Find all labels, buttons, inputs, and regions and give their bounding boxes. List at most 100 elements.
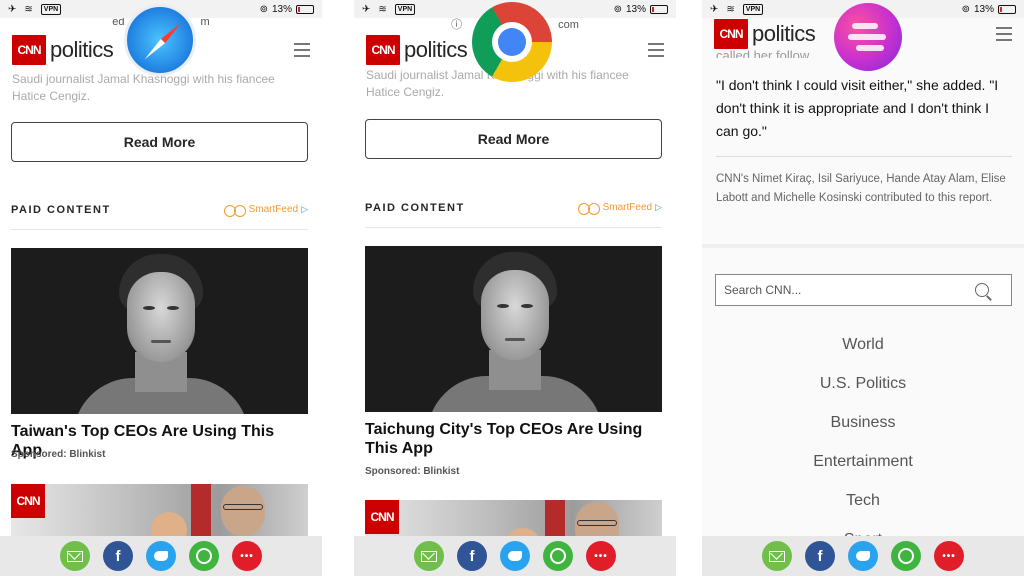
share-bar: f ••• [354,536,676,576]
divider [716,156,1012,157]
wifi-icon: ≋ [726,3,735,15]
nav-item-world[interactable]: World [702,334,1024,373]
article-thumbnail[interactable]: CNN [11,484,308,544]
orientation-lock-icon: ⊚ [259,3,268,15]
battery-icon [998,4,1016,14]
twitter-share-button[interactable] [500,541,530,571]
paid-content-label: PAID CONTENT [11,204,111,216]
section-title[interactable]: politics [404,37,468,63]
read-more-button[interactable]: Read More [11,122,308,162]
email-icon [421,550,437,562]
whatsapp-icon [550,548,566,564]
read-more-button[interactable]: Read More [365,119,662,159]
cnn-logo[interactable]: CNN [12,35,46,65]
wifi-icon: ≋ [24,3,33,15]
nav-item-entertainment[interactable]: Entertainment [702,451,1024,490]
whatsapp-share-button[interactable] [891,541,921,571]
article-credit: CNN's Nimet Kiraç, Isil Sariyuce, Hande … [716,173,1006,204]
vpn-badge: VPN [40,3,62,15]
vpn-badge: VPN [394,3,416,15]
email-icon [769,550,785,562]
sponsored-label: Sponsored: Blinkist [11,449,106,460]
more-icon: ••• [942,550,956,562]
adchoices-icon[interactable]: ▷ [301,204,308,215]
browser-panel-chrome: ✈ ≋ VPN ⊚ 13% ⓘ com CNN politics Saudi jo… [354,0,676,576]
ad-photo[interactable] [11,248,308,414]
whatsapp-icon [898,548,914,564]
vpn-badge: VPN [742,3,764,15]
smartfeed-logo-icon [223,204,246,217]
cnn-logo[interactable]: CNN [714,19,748,49]
battery-percent: 13% [625,3,646,15]
menu-icon[interactable] [996,27,1012,41]
paid-content-label: PAID CONTENT [365,202,465,214]
nav-item-business[interactable]: Business [702,412,1024,451]
twitter-icon [856,551,870,561]
section-divider [702,244,1024,248]
browser-panel-focus: ✈ ≋ VPN ⊚ 13% CNN politics called her fo… [702,0,1024,576]
nav-item-tech[interactable]: Tech [702,490,1024,529]
twitter-share-button[interactable] [146,541,176,571]
facebook-share-button[interactable]: f [805,541,835,571]
more-share-button[interactable]: ••• [232,541,262,571]
more-share-button[interactable]: ••• [934,541,964,571]
whatsapp-share-button[interactable] [543,541,573,571]
section-title[interactable]: politics [50,37,114,63]
safari-icon [124,4,196,76]
menu-icon[interactable] [294,43,310,57]
chrome-icon [472,2,552,82]
smartfeed-link[interactable]: SmartFeed ▷ [577,202,662,215]
comparison-screenshot: ✈ ≋ VPN ⊚ 13% ed m CNN politics Saudi jou… [0,0,1024,576]
facebook-share-button[interactable]: f [103,541,133,571]
menu-icon[interactable] [648,43,664,57]
airplane-icon: ✈ [8,3,17,15]
whatsapp-share-button[interactable] [189,541,219,571]
smartfeed-link[interactable]: SmartFeed ▷ [223,204,308,217]
facebook-share-button[interactable]: f [457,541,487,571]
facebook-icon: f [817,547,823,565]
paid-content-header: PAID CONTENT SmartFeed ▷ [11,204,308,230]
twitter-icon [508,551,522,561]
ad-photo[interactable] [365,246,662,412]
whatsapp-icon [196,548,212,564]
cnn-logo-small: CNN [365,500,399,534]
share-bar: f ••• [702,536,1024,576]
search-input[interactable] [724,283,975,297]
cnn-logo-small: CNN [11,484,45,518]
airplane-icon: ✈ [710,3,719,15]
orientation-lock-icon: ⊚ [961,3,970,15]
more-share-button[interactable]: ••• [586,541,616,571]
sponsored-label: Sponsored: Blinkist [365,466,460,477]
facebook-icon: f [115,547,121,565]
more-icon: ••• [594,550,608,562]
share-bar: f ••• [0,536,322,576]
email-share-button[interactable] [60,541,90,571]
email-share-button[interactable] [414,541,444,571]
photo-caption: Saudi journalist Jamal Khashoggi with hi… [12,72,275,103]
battery-percent: 13% [271,3,292,15]
twitter-icon [154,551,168,561]
adchoices-icon[interactable]: ▷ [655,202,662,213]
battery-percent: 13% [973,3,994,15]
email-icon [67,550,83,562]
paid-content-header: PAID CONTENT SmartFeed ▷ [365,202,662,228]
smartfeed-label: SmartFeed [602,202,653,213]
smartfeed-label: SmartFeed [248,204,299,215]
footer-nav: World U.S. Politics Business Entertainme… [702,334,1024,568]
nav-item-us-politics[interactable]: U.S. Politics [702,373,1024,412]
email-share-button[interactable] [762,541,792,571]
ad-headline[interactable]: Taichung City's Top CEOs Are Using This … [365,420,662,458]
browser-panel-safari: ✈ ≋ VPN ⊚ 13% ed m CNN politics Saudi jou… [0,0,322,576]
twitter-share-button[interactable] [848,541,878,571]
facebook-icon: f [469,547,475,565]
article-quote: "I don't think I could visit either," sh… [716,77,999,139]
smartfeed-logo-icon [577,202,600,215]
wifi-icon: ≋ [378,3,387,15]
cnn-logo[interactable]: CNN [366,35,400,65]
section-title[interactable]: politics [752,21,816,47]
battery-icon [650,4,668,14]
search-icon[interactable] [975,283,989,297]
airplane-icon: ✈ [362,3,371,15]
more-icon: ••• [240,550,254,562]
battery-icon [296,4,314,14]
